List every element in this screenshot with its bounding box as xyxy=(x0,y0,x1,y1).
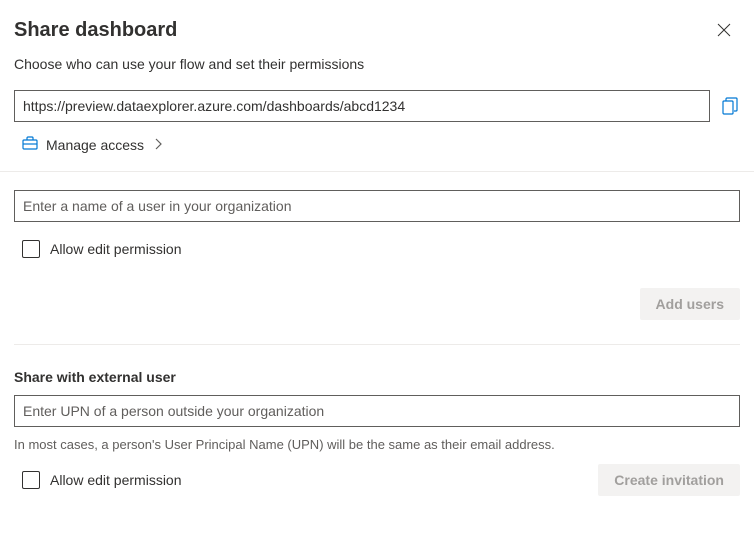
internal-allow-edit-checkbox[interactable] xyxy=(22,240,40,258)
copy-icon xyxy=(722,97,738,115)
share-url-input[interactable] xyxy=(14,90,710,122)
divider xyxy=(14,344,740,345)
page-title: Share dashboard xyxy=(14,19,177,42)
external-button-row: Create invitation xyxy=(598,464,740,496)
external-section-title: Share with external user xyxy=(14,369,740,385)
close-icon xyxy=(717,23,731,37)
internal-button-row: Add users xyxy=(14,288,740,320)
copy-url-button[interactable] xyxy=(720,96,740,116)
internal-allow-edit-row: Allow edit permission xyxy=(22,240,740,258)
manage-access-link[interactable]: Manage access xyxy=(22,136,740,153)
internal-allow-edit-label: Allow edit permission xyxy=(50,241,182,257)
url-row xyxy=(14,90,740,122)
header-row: Share dashboard xyxy=(14,14,740,46)
internal-user-input[interactable] xyxy=(14,190,740,222)
external-upn-input[interactable] xyxy=(14,395,740,427)
external-allow-edit-checkbox[interactable] xyxy=(22,471,40,489)
subtitle: Choose who can use your flow and set the… xyxy=(14,56,740,72)
external-helper-text: In most cases, a person's User Principal… xyxy=(14,437,740,452)
briefcase-icon xyxy=(22,136,38,153)
share-dashboard-panel: Share dashboard Choose who can use your … xyxy=(0,0,754,496)
external-user-section: Share with external user In most cases, … xyxy=(14,369,740,496)
create-invitation-button[interactable]: Create invitation xyxy=(598,464,740,496)
close-button[interactable] xyxy=(708,14,740,46)
add-users-button[interactable]: Add users xyxy=(640,288,740,320)
internal-user-section: Allow edit permission Add users xyxy=(14,172,740,320)
external-bottom-row: Allow edit permission Create invitation xyxy=(14,464,740,496)
chevron-right-icon xyxy=(154,137,162,153)
external-allow-edit-row: Allow edit permission xyxy=(22,471,598,489)
manage-access-label: Manage access xyxy=(46,137,144,153)
external-allow-edit-label: Allow edit permission xyxy=(50,472,182,488)
